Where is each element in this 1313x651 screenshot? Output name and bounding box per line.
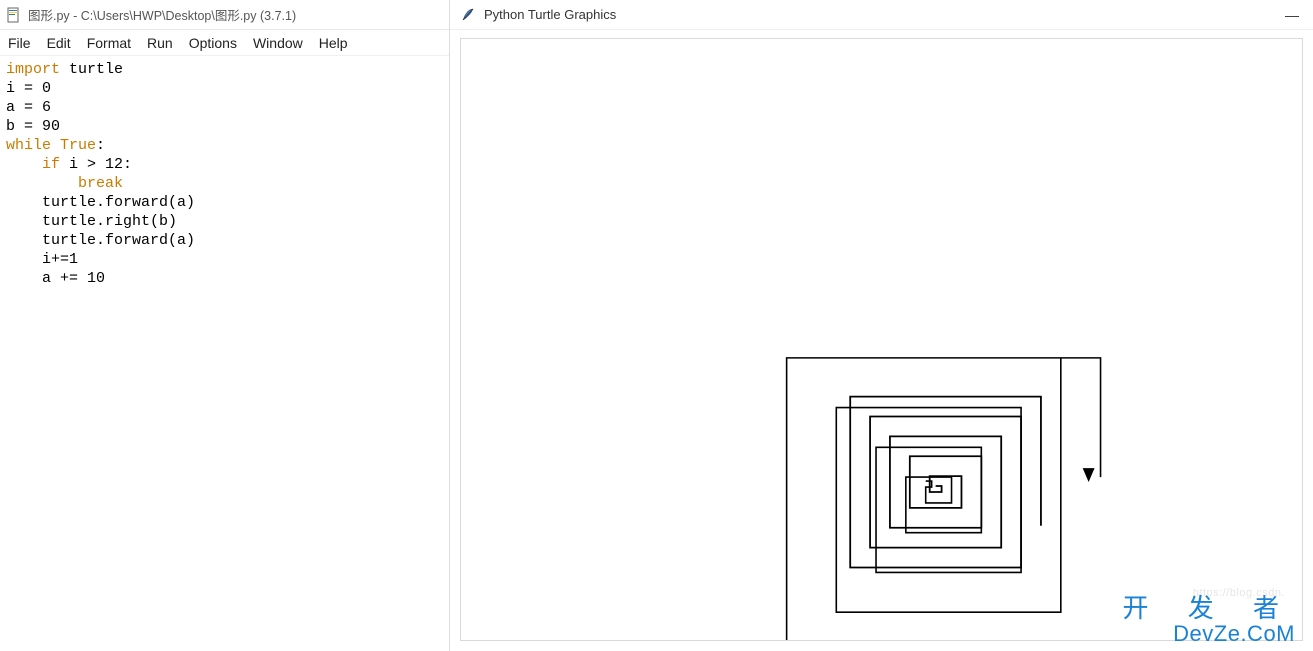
- code-editor[interactable]: import turtle i = 0 a = 6 b = 90 while T…: [0, 56, 449, 651]
- code-text: turtle: [60, 61, 123, 78]
- code-text: b = 90: [6, 118, 60, 135]
- idle-window: 图形.py - C:\Users\HWP\Desktop\图形.py (3.7.…: [0, 0, 450, 651]
- minimize-button[interactable]: —: [1285, 7, 1299, 23]
- idle-titlebar[interactable]: 图形.py - C:\Users\HWP\Desktop\图形.py (3.7.…: [0, 0, 449, 30]
- menu-window[interactable]: Window: [253, 35, 303, 51]
- turtle-cursor-icon: [1083, 468, 1095, 482]
- menu-file[interactable]: File: [8, 35, 31, 51]
- code-text: turtle.forward(a): [6, 232, 195, 249]
- turtle-titlebar[interactable]: Python Turtle Graphics —: [450, 0, 1313, 30]
- code-keyword: import: [6, 61, 60, 78]
- idle-menubar: File Edit Format Run Options Window Help: [0, 30, 449, 56]
- tk-feather-icon: [460, 7, 476, 23]
- code-text: a = 6: [6, 99, 51, 116]
- code-text: turtle.right(b): [6, 213, 177, 230]
- window-controls: —: [1285, 7, 1303, 23]
- code-text: i+=1: [6, 251, 78, 268]
- turtle-title-text: Python Turtle Graphics: [484, 7, 616, 22]
- turtle-drawing: [461, 39, 1302, 640]
- code-keyword: while: [6, 137, 51, 154]
- code-text: [6, 175, 78, 192]
- code-text: turtle.forward(a): [6, 194, 195, 211]
- code-text: i > 12:: [60, 156, 132, 173]
- code-keyword: break: [78, 175, 123, 192]
- menu-format[interactable]: Format: [87, 35, 131, 51]
- code-text: [6, 156, 42, 173]
- python-file-icon: [6, 7, 22, 23]
- idle-title-text: 图形.py - C:\Users\HWP\Desktop\图形.py (3.7.…: [28, 5, 296, 24]
- code-text: [51, 137, 60, 154]
- menu-run[interactable]: Run: [147, 35, 173, 51]
- menu-options[interactable]: Options: [189, 35, 237, 51]
- turtle-window: Python Turtle Graphics — https://blog.cs…: [450, 0, 1313, 651]
- menu-edit[interactable]: Edit: [47, 35, 71, 51]
- code-keyword: True: [60, 137, 96, 154]
- code-text: i = 0: [6, 80, 51, 97]
- turtle-canvas-wrap: [450, 30, 1313, 651]
- menu-help[interactable]: Help: [319, 35, 348, 51]
- code-text: :: [96, 137, 105, 154]
- turtle-canvas: [460, 38, 1303, 641]
- code-keyword: if: [42, 156, 60, 173]
- code-text: a += 10: [6, 270, 105, 287]
